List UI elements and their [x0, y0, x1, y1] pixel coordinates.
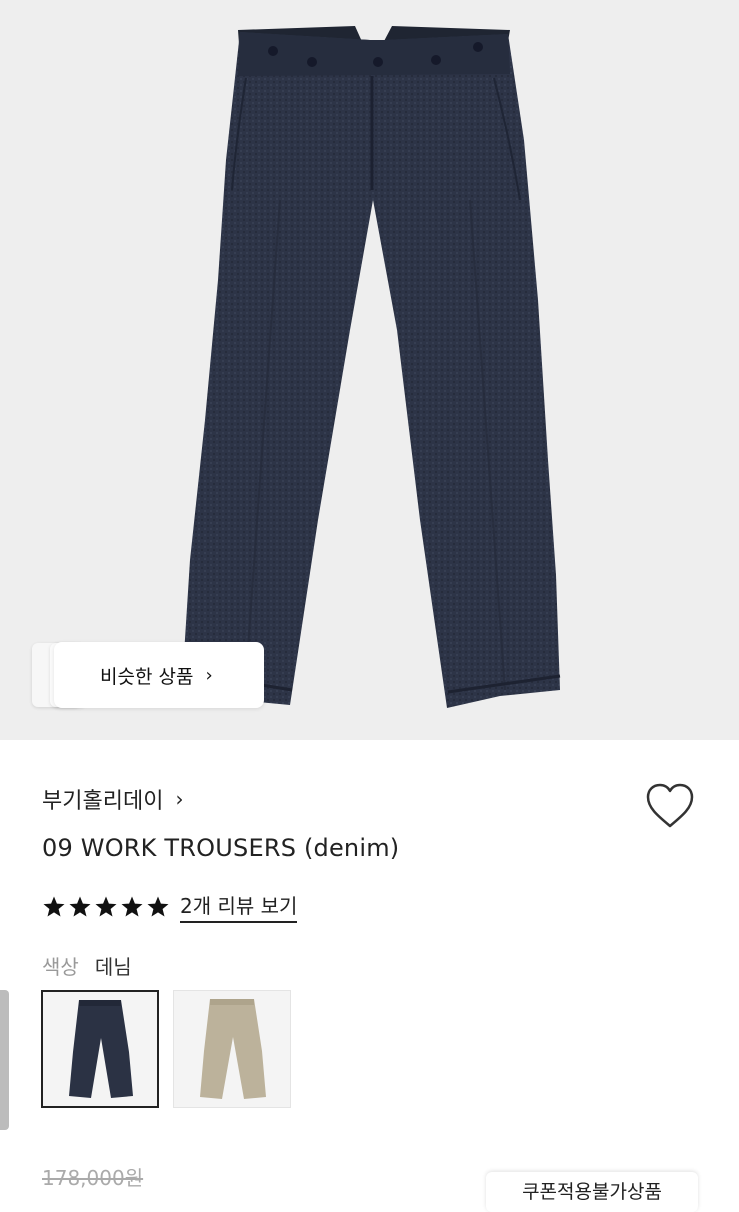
heart-icon[interactable] — [644, 782, 696, 830]
color-swatch-beige[interactable] — [173, 990, 291, 1108]
coupon-button[interactable]: 쿠폰적용불가상품 — [486, 1172, 698, 1212]
beige-swatch-thumbnail — [174, 991, 290, 1107]
color-option-row: 색상 데님 — [42, 951, 132, 980]
rating-stars — [42, 895, 170, 919]
star-icon — [43, 896, 65, 916]
denim-swatch-thumbnail — [43, 992, 157, 1106]
chevron-right-icon: › — [175, 787, 184, 811]
edge-handle — [0, 990, 9, 1130]
rating-row: 2개 리뷰 보기 — [42, 890, 298, 923]
color-swatch-denim[interactable] — [41, 990, 159, 1108]
star-icon — [147, 896, 169, 916]
star-icon — [69, 896, 91, 916]
chevron-right-icon: › — [205, 664, 213, 686]
product-title: 09 WORK TROUSERS (denim) — [42, 834, 400, 862]
product-hero-image[interactable]: 비슷한 상품 › — [0, 0, 739, 740]
color-value: 데님 — [94, 955, 132, 979]
similar-products-button[interactable]: 비슷한 상품 › — [54, 642, 264, 708]
similar-products-label: 비슷한 상품 — [100, 665, 194, 688]
star-icon — [95, 896, 117, 916]
denim-trousers-illustration — [181, 26, 561, 708]
brand-link[interactable]: 부기홀리데이 › — [42, 783, 183, 815]
color-label: 색상 — [42, 955, 79, 979]
star-icon — [121, 896, 143, 916]
original-price: 178,000원 — [42, 1166, 144, 1190]
brand-name: 부기홀리데이 — [42, 789, 164, 814]
review-link[interactable]: 2개 리뷰 보기 — [180, 890, 298, 923]
